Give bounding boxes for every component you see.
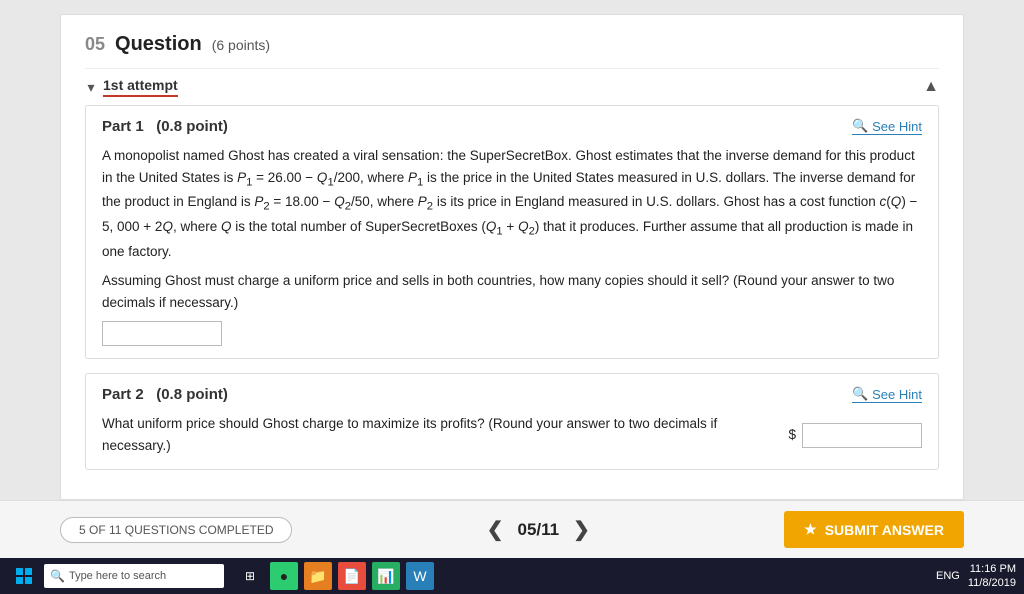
taskbar-right: ENG 11:16 PM 11/8/2019 <box>936 562 1016 591</box>
pdf-app-button[interactable]: 📄 <box>338 562 366 590</box>
progress-pill: 5 OF 11 QUESTIONS COMPLETED <box>60 517 292 543</box>
attempt-section: ▾ 1st attempt ▲ Part 1 (0.8 point) 🔍 <box>85 68 939 470</box>
question-header: 05 Question (6 points) <box>85 33 939 56</box>
arrow-up-icon[interactable]: ▲ <box>923 78 939 96</box>
taskbar-time: 11:16 PM 11/8/2019 <box>968 562 1016 591</box>
parts-container: Part 1 (0.8 point) 🔍 See Hint A monopoli… <box>85 105 939 470</box>
dollar-symbol: $ <box>788 424 796 446</box>
hint-icon-2: 🔍 <box>852 386 868 402</box>
main-content: 05 Question (6 points) ▾ 1st attempt ▲ P… <box>0 0 1024 500</box>
question-title: Question <box>115 33 202 56</box>
chevron-down-icon[interactable]: ▾ <box>85 81 97 93</box>
part2-body: What uniform price should Ghost charge t… <box>102 413 922 456</box>
attempt-header: ▾ 1st attempt ▲ <box>85 77 939 97</box>
attempt-left: ▾ 1st attempt <box>85 77 178 97</box>
taskbar-apps: ⊞ ● 📁 📄 📊 W <box>236 562 434 590</box>
word-app-button[interactable]: W <box>406 562 434 590</box>
part1-section: Part 1 (0.8 point) 🔍 See Hint A monopoli… <box>85 105 939 359</box>
prev-nav-button[interactable]: ❮ <box>487 517 504 542</box>
bottom-bar: 5 OF 11 QUESTIONS COMPLETED ❮ 05/11 ❯ ★ … <box>0 500 1024 558</box>
question-points: (6 points) <box>212 37 270 53</box>
star-icon: ★ <box>804 521 817 538</box>
excel-icon: 📊 <box>377 568 394 585</box>
part2-dollar-row: What uniform price should Ghost charge t… <box>102 413 922 456</box>
next-nav-button[interactable]: ❯ <box>573 517 590 542</box>
excel-app-button[interactable]: 📊 <box>372 562 400 590</box>
windows-icon <box>16 568 32 584</box>
taskbar: 🔍 Type here to search ⊞ ● 📁 📄 📊 W ENG 11… <box>0 558 1024 594</box>
part1-question-text: Assuming Ghost must charge a uniform pri… <box>102 270 922 313</box>
task-view-icon: ⊞ <box>245 569 255 583</box>
folder-app-button[interactable]: 📁 <box>304 562 332 590</box>
part1-description: A monopolist named Ghost has created a v… <box>102 145 922 262</box>
part1-answer-input[interactable] <box>102 321 222 346</box>
progress-label: 5 OF 11 QUESTIONS COMPLETED <box>79 523 273 537</box>
part2-answer-input[interactable] <box>802 423 922 448</box>
windows-start-button[interactable] <box>8 562 40 590</box>
taskbar-search-label: Type here to search <box>69 570 166 582</box>
task-view-button[interactable]: ⊞ <box>236 562 264 590</box>
part1-header: Part 1 (0.8 point) 🔍 See Hint <box>102 118 922 135</box>
part1-title: Part 1 (0.8 point) <box>102 118 228 135</box>
part2-section: Part 2 (0.8 point) 🔍 See Hint What unifo… <box>85 373 939 469</box>
question-number: 05 <box>85 34 105 55</box>
part1-see-hint-button[interactable]: 🔍 See Hint <box>852 118 922 135</box>
taskbar-search-bar[interactable]: 🔍 Type here to search <box>44 564 224 588</box>
folder-icon: 📁 <box>309 568 326 585</box>
chrome-icon: ● <box>280 568 288 584</box>
question-card: 05 Question (6 points) ▾ 1st attempt ▲ P… <box>60 14 964 500</box>
submit-answer-button[interactable]: ★ SUBMIT ANSWER <box>784 511 964 548</box>
pdf-icon: 📄 <box>343 568 360 585</box>
nav-page-number: 05/11 <box>518 520 560 540</box>
part2-see-hint-button[interactable]: 🔍 See Hint <box>852 386 922 403</box>
nav-controls: ❮ 05/11 ❯ <box>487 517 590 542</box>
part2-question-text: What uniform price should Ghost charge t… <box>102 413 769 456</box>
part2-title: Part 2 (0.8 point) <box>102 386 228 403</box>
taskbar-lang: ENG <box>936 570 960 582</box>
part2-header: Part 2 (0.8 point) 🔍 See Hint <box>102 386 922 403</box>
attempt-label: 1st attempt <box>103 77 178 97</box>
word-icon: W <box>413 568 426 584</box>
hint-icon: 🔍 <box>852 118 868 134</box>
part1-body: A monopolist named Ghost has created a v… <box>102 145 922 346</box>
search-icon-taskbar: 🔍 <box>50 569 65 583</box>
chrome-app-button[interactable]: ● <box>270 562 298 590</box>
